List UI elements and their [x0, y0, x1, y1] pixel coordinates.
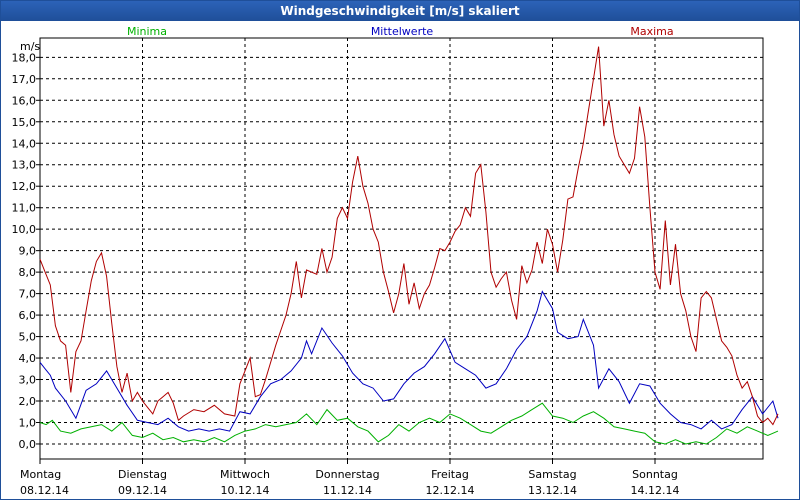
y-tick-label: 9,0 [19, 245, 37, 258]
y-tick-label: 1,0 [19, 416, 37, 429]
x-date-label: 11.12.14 [323, 484, 372, 497]
x-day-label: Donnerstag [315, 468, 379, 481]
x-date-label: 13.12.14 [528, 484, 577, 497]
x-axis: Montag 08.12.14 Dienstag 09.12.14 Mittwoch 10… [20, 459, 679, 497]
y-tick-label: 4,0 [19, 352, 37, 365]
y-axis-label: m/s [20, 40, 40, 53]
y-tick-label: 10,0 [12, 223, 37, 236]
line-chart: 0,0 1,0 2,0 3,0 4,0 5,0 6,0 7,0 8,0 9,0 10,0 11,0 12… [12, 25, 779, 497]
y-tick-label: 16,0 [12, 94, 37, 107]
y-tick-label: 12,0 [12, 180, 37, 193]
legend-minima: Minima [127, 25, 167, 38]
y-tick-label: 2,0 [19, 395, 37, 408]
y-tick-label: 11,0 [12, 202, 37, 215]
legend-mittelwerte: Mittelwerte [371, 25, 434, 38]
x-date-label: 10.12.14 [221, 484, 270, 497]
y-tick-label: 13,0 [12, 159, 37, 172]
x-day-label: Dienstag [118, 468, 167, 481]
y-tick-label: 5,0 [19, 331, 37, 344]
x-day-label: Sonntag [632, 468, 678, 481]
y-tick-label: 17,0 [12, 73, 37, 86]
y-tick-label: 18,0 [12, 51, 37, 64]
legend-maxima: Maxima [630, 25, 673, 38]
x-day-label: Montag [20, 468, 61, 481]
y-tick-label: 3,0 [19, 374, 37, 387]
x-date-label: 14.12.14 [631, 484, 680, 497]
x-date-label: 09.12.14 [118, 484, 167, 497]
x-day-label: Samstag [528, 468, 576, 481]
x-day-label: Freitag [431, 468, 469, 481]
legend: Minima Mittelwerte Maxima [127, 25, 674, 38]
y-tick-label: 7,0 [19, 288, 37, 301]
x-date-label: 08.12.14 [20, 484, 69, 497]
y-axis: 0,0 1,0 2,0 3,0 4,0 5,0 6,0 7,0 8,0 9,0 10,0 11,0 12… [12, 40, 41, 451]
y-tick-label: 0,0 [19, 438, 37, 451]
y-tick-label: 15,0 [12, 116, 37, 129]
y-tick-label: 8,0 [19, 266, 37, 279]
y-tick-label: 14,0 [12, 137, 37, 150]
x-date-label: 12.12.14 [426, 484, 475, 497]
y-tick-label: 6,0 [19, 309, 37, 322]
x-day-label: Mittwoch [220, 468, 270, 481]
